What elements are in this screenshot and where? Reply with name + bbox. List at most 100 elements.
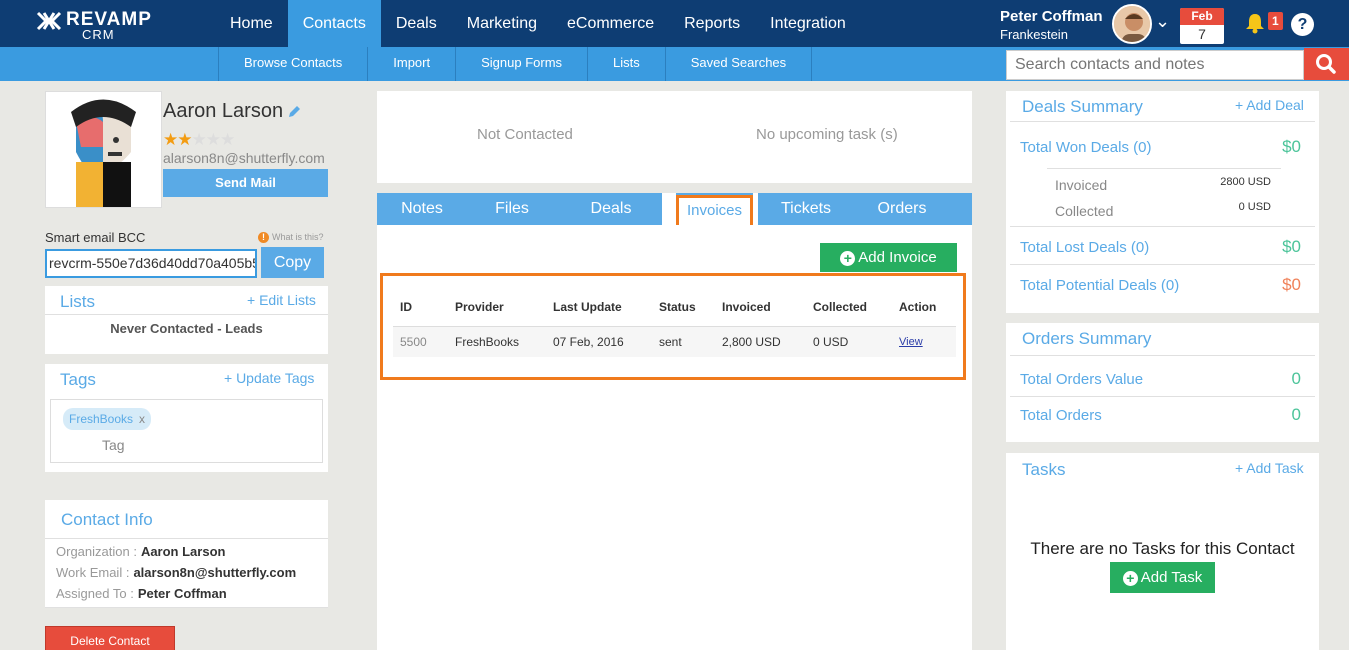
divider [45,538,328,539]
orders-summary-title: Orders Summary [1022,329,1152,348]
total-potential-deals[interactable]: Total Potential Deals (0) [1020,277,1179,294]
edit-pencil-icon[interactable] [287,105,301,119]
star-icon[interactable]: ★ [206,130,221,149]
calendar-widget[interactable]: Feb 7 [1180,8,1224,44]
nav-deals[interactable]: Deals [381,0,452,47]
tab-tickets[interactable]: Tickets [758,193,854,225]
org-value: Aaron Larson [140,544,226,559]
org-label: Organization : [56,544,137,559]
subnav-browse-contacts[interactable]: Browse Contacts [219,47,369,81]
org-row: Organization : Aaron Larson [56,544,225,559]
total-orders-count: 0 [1291,405,1301,424]
work-email-row: Work Email : alarson8n@shutterfly.com [56,565,296,580]
nav-ecommerce[interactable]: eCommerce [552,0,669,47]
invoiced-value: 2800 USD [1220,176,1271,188]
nav-reports[interactable]: Reports [669,0,755,47]
tags-title: Tags [60,370,96,389]
add-invoice-label: Add Invoice [858,249,937,266]
nav-marketing[interactable]: Marketing [452,0,552,47]
user-avatar[interactable] [1112,4,1152,44]
total-won-deals[interactable]: Total Won Deals (0) [1020,139,1151,156]
user-menu[interactable]: Peter Coffman Frankestein [1000,8,1103,42]
logo-subtext: CRM [82,27,115,42]
divider [45,314,328,315]
won-deals-value: $0 [1282,137,1301,156]
subnav-signup-forms[interactable]: Signup Forms [456,47,589,81]
notification-badge[interactable]: 1 [1268,12,1283,30]
total-orders-label[interactable]: Total Orders [1020,407,1102,424]
divider [1010,355,1315,356]
invoiced-label: Invoiced [1055,177,1108,193]
plus-icon: + [1122,571,1138,586]
add-task-label: Add Task [1140,569,1203,586]
add-task-button[interactable]: + Add Task [1110,562,1215,593]
total-orders-value-label[interactable]: Total Orders Value [1020,371,1143,388]
contact-photo-image [46,92,161,207]
nav-integration[interactable]: Integration [755,0,861,47]
subnav-saved-searches[interactable]: Saved Searches [666,47,813,81]
no-tasks-message: There are no Tasks for this Contact [1030,539,1295,558]
list-item: Never Contacted - Leads [110,321,263,336]
revamp-logo-icon [36,11,62,31]
help-icon[interactable]: ? [1291,13,1314,36]
lists-title: Lists [60,292,95,311]
update-tags-link[interactable]: + Update Tags [224,370,314,386]
divider [1010,226,1315,227]
lost-deals-value: $0 [1282,237,1301,256]
star-icon[interactable]: ★ [220,130,235,149]
what-is-this-link[interactable]: ! What is this? [258,232,324,243]
subnav-import[interactable]: Import [368,47,457,81]
user-org: Frankestein [1000,27,1068,42]
add-deal-link[interactable]: + Add Deal [1235,97,1304,113]
tab-deals[interactable]: Deals [565,193,657,225]
send-mail-button[interactable]: Send Mail [163,169,328,197]
edit-lists-link[interactable]: + Edit Lists [247,292,316,308]
add-invoice-button[interactable]: + Add Invoice [820,243,957,272]
calendar-day: 7 [1198,26,1206,42]
contact-info-title: Contact Info [61,510,153,529]
what-is-this-text: What is this? [272,232,324,242]
upcoming-task-status: No upcoming task (s) [756,126,898,143]
add-task-link[interactable]: + Add Task [1235,460,1304,476]
tab-orders[interactable]: Orders [854,193,950,225]
assigned-label: Assigned To : [56,586,134,601]
tab-gap [662,193,676,225]
contact-rating[interactable]: ★★★★★ [163,130,235,150]
copy-button[interactable]: Copy [261,247,324,278]
bcc-field[interactable]: revcrm-550e7d36d40dd70a405b57 [45,249,257,278]
divider [1010,121,1315,122]
nav-home[interactable]: Home [215,0,288,47]
tab-files[interactable]: Files [467,193,557,225]
invoice-table-highlight [380,273,966,380]
user-name: Peter Coffman [1000,8,1103,25]
subnav-lists[interactable]: Lists [588,47,666,81]
star-icon[interactable]: ★ [163,130,178,149]
bcc-label: Smart email BCC [45,230,146,245]
contact-name: Aaron Larson [163,100,284,122]
total-lost-deals[interactable]: Total Lost Deals (0) [1020,239,1149,256]
sub-nav: Browse Contacts Import Signup Forms List… [218,47,813,81]
collected-value: 0 USD [1238,201,1271,213]
search-button[interactable] [1304,48,1349,80]
chevron-down-icon[interactable]: ⌄ [1155,11,1170,32]
nav-contacts[interactable]: Contacts [287,0,381,47]
work-email-label: Work Email : [56,565,130,580]
info-icon: ! [258,232,269,243]
bell-icon[interactable] [1244,12,1266,34]
contact-photo [45,91,162,208]
plus-icon: + [840,251,856,266]
work-email-value: alarson8n@shutterfly.com [133,565,297,580]
remove-tag-icon[interactable]: x [139,412,145,426]
main-nav: Home Contacts Deals Marketing eCommerce … [215,0,861,47]
tag-input[interactable]: Tag [102,437,125,453]
divider [1010,396,1315,397]
total-orders-value: 0 [1291,369,1301,388]
calendar-month: Feb [1180,8,1224,25]
tag-chip[interactable]: FreshBooks x [63,408,152,430]
delete-contact-button[interactable]: Delete Contact [45,626,175,650]
search-input[interactable] [1006,50,1304,80]
divider [45,607,328,608]
tab-notes[interactable]: Notes [377,193,467,225]
star-icon[interactable]: ★ [177,130,192,149]
star-icon[interactable]: ★ [192,130,207,149]
